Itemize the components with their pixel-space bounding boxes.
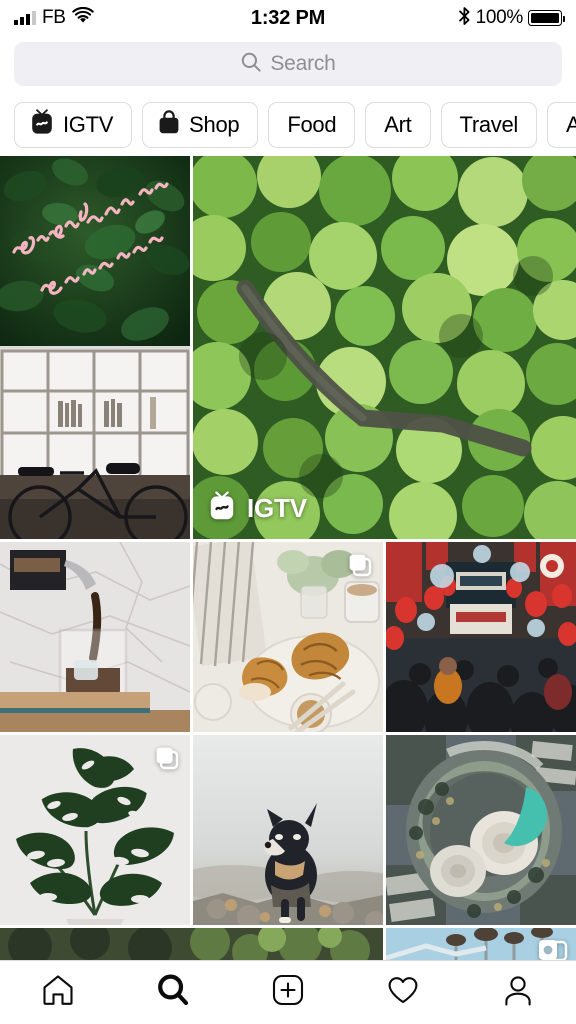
tile-street-market[interactable] [386, 542, 576, 732]
carousel-icon [538, 938, 568, 960]
tab-home[interactable] [26, 969, 90, 1017]
chip-shop[interactable]: Shop [142, 102, 258, 148]
chip-label: Art [384, 112, 411, 138]
chip-label: IGTV [63, 112, 113, 138]
grid-row: IGTV [0, 156, 576, 539]
tile-croissants[interactable] [193, 542, 383, 732]
carousel-icon [154, 745, 180, 771]
search-icon [240, 51, 262, 78]
tile-dog-fog[interactable] [193, 735, 383, 925]
plus-square-icon [271, 973, 305, 1012]
chip-label: Food [287, 112, 336, 138]
igtv-icon [207, 490, 237, 527]
chip-igtv[interactable]: IGTV [14, 102, 132, 148]
chip-travel[interactable]: Travel [441, 102, 538, 148]
status-bar-right: 100% [458, 6, 562, 31]
tile-aerial-architecture[interactable] [386, 735, 576, 925]
search-bar-container: Search [0, 36, 576, 94]
grid-column [0, 156, 190, 539]
search-input[interactable]: Search [14, 42, 562, 86]
explore-grid[interactable]: IGTV [0, 156, 576, 960]
chip-art[interactable]: Art [365, 102, 430, 148]
grid-row [0, 928, 576, 960]
tile-bicycle-shelf[interactable] [0, 349, 190, 539]
shopping-bag-icon [157, 109, 181, 141]
category-chips-row[interactable]: IGTV Shop Food Art Travel Arc [0, 94, 576, 156]
grid-row [0, 735, 576, 925]
search-icon [156, 973, 190, 1012]
battery-percent-label: 100% [476, 7, 523, 29]
igtv-icon [29, 109, 55, 141]
igtv-badge-label: IGTV [247, 493, 307, 524]
chip-label: Travel [460, 112, 519, 138]
tile-treetops[interactable] [0, 928, 383, 960]
tab-activity[interactable] [371, 969, 435, 1017]
instagram-explore-screen: FB 1:32 PM 100% [0, 0, 576, 1024]
status-bar: FB 1:32 PM 100% [0, 0, 576, 36]
tab-profile[interactable] [486, 969, 550, 1017]
tile-aerial-forest[interactable]: IGTV [193, 156, 576, 539]
battery-icon [528, 10, 562, 26]
heart-icon [386, 973, 420, 1012]
bottom-tab-bar[interactable] [0, 960, 576, 1024]
tile-monstera[interactable] [0, 735, 190, 925]
chip-label: Shop [189, 112, 239, 138]
chip-label: Arc [566, 112, 576, 138]
grid-row [0, 542, 576, 732]
igtv-badge: IGTV [207, 490, 307, 527]
person-icon [501, 973, 535, 1012]
tab-search[interactable] [141, 969, 205, 1017]
search-placeholder: Search [270, 52, 335, 76]
chip-food[interactable]: Food [268, 102, 355, 148]
tile-neon-breathe[interactable] [0, 156, 190, 346]
home-icon [41, 973, 75, 1012]
tile-coffee-pour[interactable] [0, 542, 190, 732]
carousel-icon [347, 552, 373, 578]
chip-architecture[interactable]: Arc [547, 102, 576, 148]
bluetooth-icon [458, 6, 471, 31]
tile-palms[interactable] [386, 928, 576, 960]
tab-create[interactable] [256, 969, 320, 1017]
